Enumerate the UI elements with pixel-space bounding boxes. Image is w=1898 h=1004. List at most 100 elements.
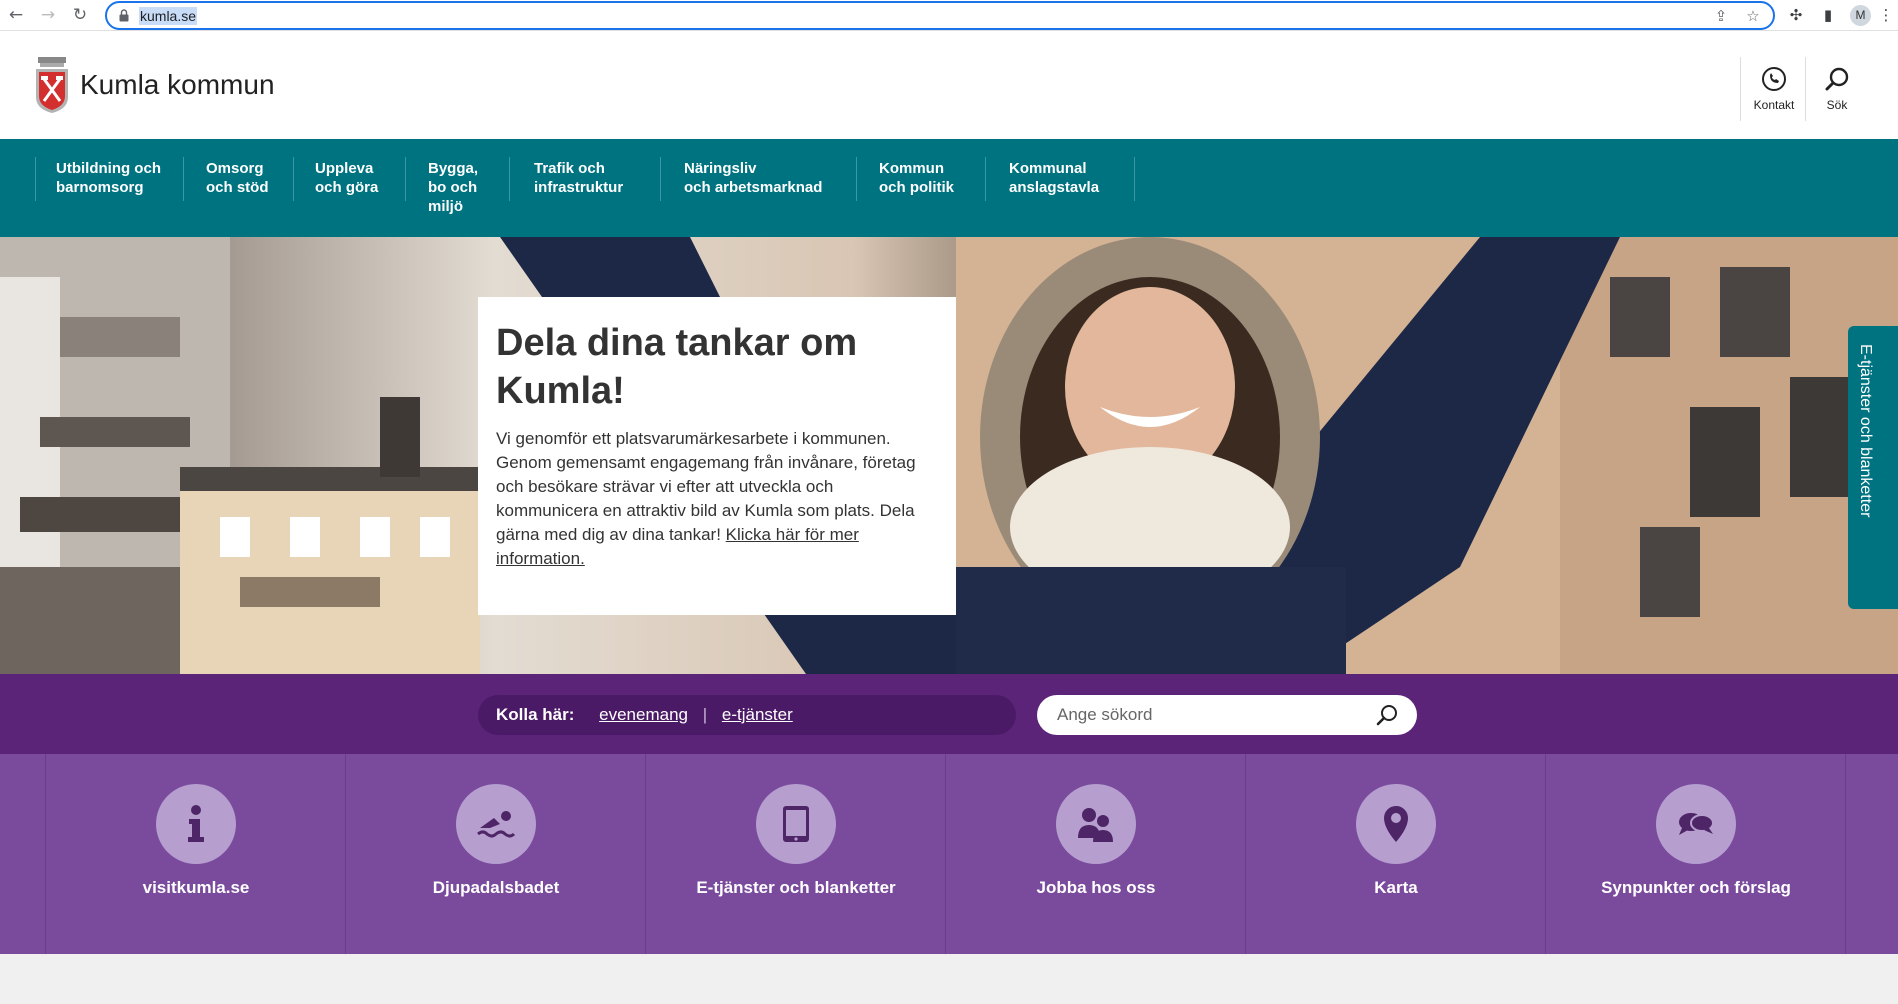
- nav-label-line: Trafik och: [534, 160, 605, 177]
- quick-link-label: Djupadalsbadet: [432, 878, 560, 897]
- quick-link-circle: [1356, 784, 1436, 864]
- nav-divider: [985, 157, 986, 201]
- nav-item-trafik[interactable]: Trafik och infrastruktur: [534, 159, 623, 197]
- quick-link-circle: [456, 784, 536, 864]
- quick-link-circle: [1656, 784, 1736, 864]
- nav-label-line: Uppleva: [315, 160, 374, 177]
- forward-arrow-icon[interactable]: →: [38, 5, 58, 25]
- quick-link-label: E-tjänster och blanketter: [696, 878, 896, 897]
- quick-link-jobba[interactable]: Jobba hos oss: [946, 754, 1246, 954]
- nav-label-line: Kommunal: [1009, 160, 1087, 177]
- quick-link-label: visitkumla.se: [142, 878, 250, 897]
- search-submit-icon[interactable]: [1375, 703, 1399, 727]
- nav-item-omsorg[interactable]: Omsorg och stöd: [206, 159, 269, 197]
- people-icon: [1078, 808, 1113, 842]
- header-divider: [1740, 57, 1741, 121]
- speech-bubbles-icon: [1679, 813, 1714, 835]
- nav-label-line: och stöd: [206, 179, 269, 196]
- quick-links-edge: [0, 754, 46, 954]
- nav-item-naringsliv[interactable]: Näringsliv och arbetsmarknad: [684, 159, 822, 197]
- profile-avatar[interactable]: M: [1850, 5, 1871, 26]
- nav-divider: [1134, 157, 1135, 201]
- site-header: Kumla kommun Kontakt Sök: [0, 31, 1898, 139]
- nav-divider: [856, 157, 857, 201]
- tablet-icon: [783, 806, 809, 842]
- events-link[interactable]: evenemang: [599, 705, 688, 724]
- quick-link-karta[interactable]: Karta: [1246, 754, 1546, 954]
- map-pin-icon: [1384, 806, 1408, 842]
- nav-label-line: Näringsliv: [684, 160, 757, 177]
- nav-item-bygga[interactable]: Bygga, bo och miljö: [428, 159, 478, 216]
- main-navigation: Utbildning och barnomsorg Omsorg och stö…: [0, 139, 1898, 237]
- quick-link-circle: [756, 784, 836, 864]
- nav-divider: [405, 157, 406, 201]
- quick-link-e-tjanster[interactable]: E-tjänster och blanketter: [646, 754, 946, 954]
- nav-divider: [660, 157, 661, 201]
- share-icon[interactable]: ⇪: [1712, 7, 1730, 25]
- nav-label-line: Omsorg: [206, 160, 264, 177]
- nav-item-kommun[interactable]: Kommun och politik: [879, 159, 954, 197]
- browser-toolbar: ← → ↻ kumla.se ⇪ ☆ ✣ ▮ M ⋮: [0, 0, 1898, 31]
- contact-label: Kontakt: [1753, 98, 1795, 112]
- nav-divider: [35, 157, 36, 201]
- nav-label-line: Bygga,: [428, 160, 479, 177]
- url-text[interactable]: kumla.se: [139, 7, 198, 25]
- nav-label-line: och politik: [879, 179, 954, 196]
- quick-link-djupadalsbadet[interactable]: Djupadalsbadet: [346, 754, 646, 954]
- kumla-coat-of-arms-logo[interactable]: [35, 57, 69, 113]
- quick-link-circle: [156, 784, 236, 864]
- phone-icon: [1762, 67, 1786, 91]
- nav-label-line: Kommun: [879, 160, 944, 177]
- nav-label-line: Utbildning och: [56, 160, 161, 177]
- search-icon: [1825, 67, 1849, 91]
- swimmer-icon: [477, 811, 516, 838]
- nav-label-line: infrastruktur: [534, 179, 624, 196]
- hero-body: Vi genomför ett platsvarumärkesarbete i …: [496, 427, 938, 571]
- nav-item-utbildning[interactable]: Utbildning och barnomsorg: [56, 159, 161, 197]
- nav-label-line: miljö: [428, 198, 464, 215]
- search-input[interactable]: [1055, 695, 1365, 735]
- hero-title: Dela dina tankar om Kumla!: [496, 322, 858, 412]
- info-icon: [188, 805, 204, 842]
- link-separator: |: [702, 705, 708, 724]
- extensions-icon[interactable]: ✣: [1786, 5, 1806, 25]
- nav-divider: [509, 157, 510, 201]
- contact-button[interactable]: Kontakt: [1743, 59, 1805, 125]
- back-arrow-icon[interactable]: ←: [6, 5, 26, 25]
- nav-label-line: och göra: [315, 179, 379, 196]
- nav-label-line: bo och: [428, 179, 478, 196]
- lock-icon: [119, 9, 129, 22]
- reload-icon[interactable]: ↻: [70, 5, 90, 25]
- quick-link-visitkumla[interactable]: visitkumla.se: [46, 754, 346, 954]
- quick-link-circle: [1056, 784, 1136, 864]
- quick-link-label: Jobba hos oss: [1036, 878, 1156, 897]
- side-tab-label: E-tjänster och blanketter: [1857, 344, 1874, 518]
- quick-search-band: Kolla här: evenemang | e-tjänster: [0, 674, 1898, 754]
- search-box: [1037, 695, 1417, 735]
- quick-links: visitkumla.se Djupadalsbadet E-tjänster …: [0, 754, 1898, 954]
- nav-item-anslagstavla[interactable]: Kommunal anslagstavla: [1009, 159, 1099, 197]
- address-bar[interactable]: kumla.se ⇪ ☆: [105, 1, 1775, 30]
- kolla-har-box: Kolla här: evenemang | e-tjänster: [478, 695, 1016, 735]
- search-label: Sök: [1826, 98, 1848, 112]
- kolla-label: Kolla här:: [496, 705, 575, 724]
- kebab-menu-icon[interactable]: ⋮: [1876, 5, 1896, 25]
- hero-card: Dela dina tankar om Kumla! Vi genomför e…: [478, 297, 956, 615]
- search-toggle-button[interactable]: Sök: [1806, 59, 1868, 125]
- nav-item-uppleva[interactable]: Uppleva och göra: [315, 159, 378, 197]
- nav-divider: [183, 157, 184, 201]
- bookmark-star-icon[interactable]: ☆: [1744, 7, 1762, 25]
- nav-label-line: och arbetsmarknad: [684, 179, 823, 196]
- site-name[interactable]: Kumla kommun: [80, 69, 275, 101]
- side-panel-icon[interactable]: ▮: [1818, 5, 1838, 25]
- quick-link-label: Synpunkter och förslag: [1601, 878, 1791, 897]
- nav-label-line: barnomsorg: [56, 179, 144, 196]
- e-services-side-tab[interactable]: E-tjänster och blanketter: [1848, 326, 1898, 609]
- quick-link-synpunkter[interactable]: Synpunkter och förslag: [1546, 754, 1846, 954]
- page-bottom-area: [0, 954, 1898, 1004]
- nav-label-line: anslagstavla: [1009, 179, 1100, 196]
- quick-link-label: Karta: [1374, 878, 1418, 897]
- nav-divider: [293, 157, 294, 201]
- e-services-link[interactable]: e-tjänster: [722, 705, 793, 724]
- hero-banner: Dela dina tankar om Kumla! Vi genomför e…: [0, 237, 1898, 674]
